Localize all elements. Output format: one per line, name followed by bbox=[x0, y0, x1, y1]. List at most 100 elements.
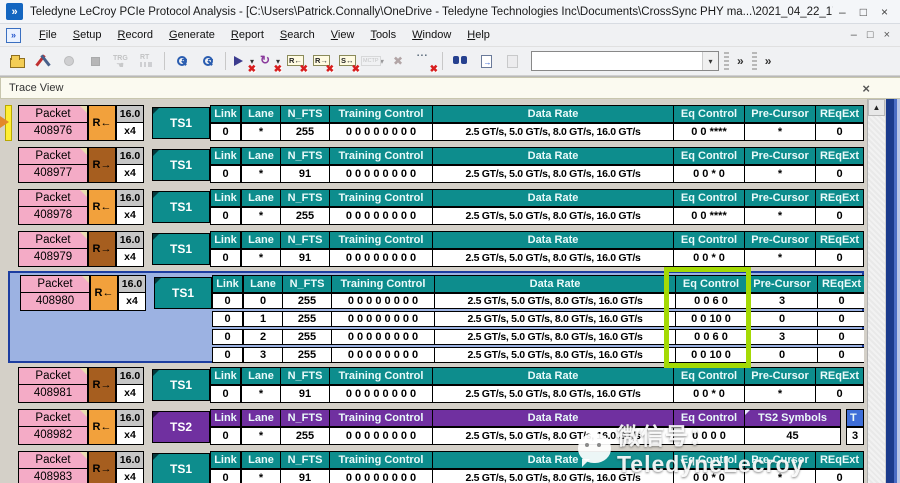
cell-link[interactable]: 0 bbox=[212, 329, 243, 345]
cell-data_rate[interactable]: 2.5 GT/s, 5.0 GT/s, 8.0 GT/s, 16.0 GT/s bbox=[434, 293, 676, 309]
scroll-up-button[interactable]: ▲ bbox=[868, 99, 885, 116]
cell-data_rate[interactable]: 2.5 GT/s, 5.0 GT/s, 8.0 GT/s, 16.0 GT/s bbox=[432, 385, 674, 403]
cell-pre_cursor[interactable]: * bbox=[744, 469, 816, 483]
cell-training_control[interactable]: 0 0 0 0 0 0 0 0 bbox=[329, 207, 433, 225]
cell-ts2_symbols[interactable]: 45 bbox=[744, 427, 841, 445]
ordered-set-type-cell[interactable]: TS1 bbox=[152, 453, 210, 483]
packet-cell[interactable]: Packet408977 bbox=[18, 147, 88, 183]
speed-cell[interactable]: 16.0x4 bbox=[116, 451, 144, 483]
cell-lane[interactable]: * bbox=[241, 427, 281, 445]
menu-file[interactable]: File bbox=[31, 26, 65, 44]
cell-data_rate[interactable]: 2.5 GT/s, 5.0 GT/s, 8.0 GT/s, 16.0 GT/s bbox=[432, 207, 674, 225]
cell-n_fts[interactable]: 91 bbox=[280, 249, 330, 267]
packet-cell[interactable]: Packet408979 bbox=[18, 231, 88, 267]
filter-split-button[interactable]: ✖ bbox=[335, 50, 359, 73]
cell-n_fts[interactable]: 91 bbox=[280, 385, 330, 403]
menu-generate[interactable]: Generate bbox=[161, 26, 223, 44]
speed-cell[interactable]: 16.0x4 bbox=[116, 231, 144, 267]
cell-pre_cursor[interactable]: * bbox=[744, 385, 816, 403]
cell-eq_control[interactable]: 0 0 * 0 bbox=[673, 385, 745, 403]
cell-n_fts[interactable]: 255 bbox=[280, 123, 330, 141]
filter-arrow-button[interactable]: ✖▾ bbox=[231, 50, 255, 73]
packet-cell[interactable]: Packet408976 bbox=[18, 105, 88, 141]
cell-reqext[interactable]: 0 bbox=[815, 207, 864, 225]
cell-pre_cursor[interactable]: * bbox=[744, 249, 816, 267]
mdi-restore-button[interactable]: □ bbox=[867, 29, 874, 41]
cell-data_rate[interactable]: 2.5 GT/s, 5.0 GT/s, 8.0 GT/s, 16.0 GT/s bbox=[434, 329, 676, 345]
cell-training_control[interactable]: 0 0 0 0 0 0 0 0 bbox=[331, 347, 435, 363]
cell-reqext[interactable]: 0 bbox=[817, 329, 864, 345]
cell-reqext[interactable]: 0 bbox=[815, 165, 864, 183]
packet-row[interactable]: Packet408981R→16.0x4TS1LinkLaneN_FTSTrai… bbox=[8, 365, 864, 405]
zoom-out-button[interactable] bbox=[196, 50, 220, 73]
filter-left-button[interactable]: ✖ bbox=[283, 50, 307, 73]
cell-lane[interactable]: * bbox=[241, 469, 281, 483]
cell-data_rate[interactable]: 2.5 GT/s, 5.0 GT/s, 8.0 GT/s, 16.0 GT/s bbox=[432, 427, 674, 445]
packet-cell[interactable]: Packet408980 bbox=[20, 275, 90, 311]
cell-reqext[interactable]: 0 bbox=[815, 123, 864, 141]
cell-link[interactable]: 0 bbox=[212, 293, 243, 309]
cell-reqext[interactable]: 0 bbox=[815, 385, 864, 403]
cell-n_fts[interactable]: 255 bbox=[282, 293, 332, 309]
cell-training_control[interactable]: 0 0 0 0 0 0 0 0 bbox=[329, 385, 433, 403]
packet-cell[interactable]: Packet408978 bbox=[18, 189, 88, 225]
cell-pre_cursor[interactable]: * bbox=[744, 207, 816, 225]
cell-lane[interactable]: * bbox=[241, 123, 281, 141]
packet-cell[interactable]: Packet408982 bbox=[18, 409, 88, 445]
cell-data_rate[interactable]: 2.5 GT/s, 5.0 GT/s, 8.0 GT/s, 16.0 GT/s bbox=[434, 347, 676, 363]
cell-reqext[interactable]: 0 bbox=[817, 347, 864, 363]
ordered-set-type-cell[interactable]: TS1 bbox=[152, 191, 210, 223]
direction-cell[interactable]: R→ bbox=[88, 147, 116, 183]
close-button[interactable]: × bbox=[881, 5, 888, 19]
cell-training_control[interactable]: 0 0 0 0 0 0 0 0 bbox=[329, 469, 433, 483]
filter-refresh-button[interactable]: ✖▾ bbox=[257, 50, 281, 73]
trace-view-close-button[interactable]: × bbox=[862, 81, 870, 96]
cell-link[interactable]: 0 bbox=[212, 311, 243, 327]
cell-training_control[interactable]: 0 0 0 0 0 0 0 0 bbox=[329, 249, 433, 267]
mdi-close-button[interactable]: × bbox=[884, 29, 890, 41]
cell-link[interactable]: 0 bbox=[210, 427, 241, 445]
packet-row[interactable]: Packet408979R→16.0x4TS1LinkLaneN_FTSTrai… bbox=[8, 229, 864, 269]
packet-row[interactable]: Packet408983R→16.0x4TS1LinkLaneN_FTSTrai… bbox=[8, 449, 864, 483]
cell-data_rate[interactable]: 2.5 GT/s, 5.0 GT/s, 8.0 GT/s, 16.0 GT/s bbox=[432, 249, 674, 267]
speed-cell[interactable]: 16.0x4 bbox=[116, 189, 144, 225]
cell-link[interactable]: 0 bbox=[210, 249, 241, 267]
menu-search[interactable]: Search bbox=[272, 26, 323, 44]
speed-cell[interactable]: 16.0x4 bbox=[116, 147, 144, 183]
ordered-set-type-cell[interactable]: TS1 bbox=[152, 233, 210, 265]
speed-cell[interactable]: 16.0x4 bbox=[116, 367, 144, 403]
cell-training_control[interactable]: 0 0 0 0 0 0 0 0 bbox=[331, 311, 435, 327]
cell-lane[interactable]: * bbox=[241, 249, 281, 267]
cell-n_fts[interactable]: 255 bbox=[280, 427, 330, 445]
cell-link[interactable]: 0 bbox=[210, 207, 241, 225]
ordered-set-type-cell[interactable]: TS1 bbox=[154, 277, 212, 309]
cell-data_rate[interactable]: 2.5 GT/s, 5.0 GT/s, 8.0 GT/s, 16.0 GT/s bbox=[432, 123, 674, 141]
cell-eq_control[interactable]: 0 0 * 0 bbox=[673, 249, 745, 267]
cell-lane[interactable]: * bbox=[241, 385, 281, 403]
mdi-minimize-button[interactable]: – bbox=[851, 29, 857, 41]
search-combobox[interactable]: ▾ bbox=[531, 51, 719, 71]
cell-n_fts[interactable]: 255 bbox=[282, 347, 332, 363]
direction-cell[interactable]: R← bbox=[88, 105, 116, 141]
menu-setup[interactable]: Setup bbox=[65, 26, 110, 44]
cell-eq_control[interactable]: 0 0 * 0 bbox=[673, 165, 745, 183]
vertical-scrollbar[interactable]: ▲ bbox=[867, 99, 885, 483]
cell-pre_cursor[interactable]: 3 bbox=[746, 329, 818, 345]
ordered-set-type-cell[interactable]: TS2 bbox=[152, 411, 210, 443]
cell-data_rate[interactable]: 2.5 GT/s, 5.0 GT/s, 8.0 GT/s, 16.0 GT/s bbox=[432, 469, 674, 483]
cell-training_control[interactable]: 0 0 0 0 0 0 0 0 bbox=[331, 293, 435, 309]
direction-cell[interactable]: R→ bbox=[88, 451, 116, 483]
cell-n_fts[interactable]: 255 bbox=[282, 311, 332, 327]
packet-cell[interactable]: Packet408983 bbox=[18, 451, 88, 483]
cell-training_control[interactable]: 0 0 0 0 0 0 0 0 bbox=[329, 123, 433, 141]
maximize-button[interactable]: □ bbox=[860, 5, 867, 19]
menu-view[interactable]: View bbox=[323, 26, 363, 44]
cell-link[interactable]: 0 bbox=[212, 347, 243, 363]
cell-pre_cursor[interactable]: * bbox=[744, 123, 816, 141]
cell-lane[interactable]: 1 bbox=[243, 311, 283, 327]
cell-training_control[interactable]: 0 0 0 0 0 0 0 0 bbox=[329, 165, 433, 183]
menu-report[interactable]: Report bbox=[223, 26, 272, 44]
cell-n_fts[interactable]: 255 bbox=[280, 207, 330, 225]
cell-lane[interactable]: 0 bbox=[243, 293, 283, 309]
tools-button[interactable] bbox=[31, 50, 55, 73]
